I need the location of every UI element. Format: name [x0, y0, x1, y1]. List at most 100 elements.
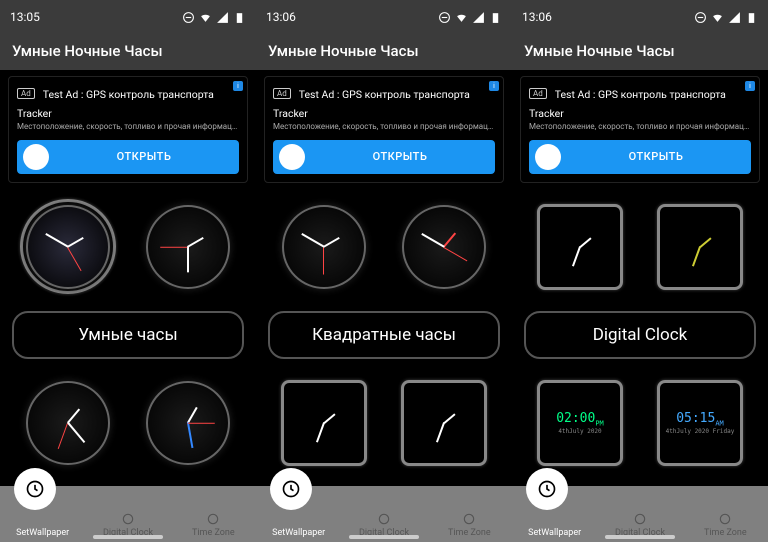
ad-title: Test Ad : GPS контроль транспорта Tracke… [529, 88, 726, 120]
nav-timezone[interactable]: Time Zone [683, 486, 768, 542]
nav-active-bump[interactable] [14, 468, 56, 510]
ad-app-icon [279, 144, 305, 170]
clock-icon [633, 512, 647, 526]
clock-row [512, 189, 768, 305]
status-bar: 13:05 [0, 0, 256, 34]
nav-active-bump[interactable] [526, 468, 568, 510]
home-indicator[interactable] [93, 535, 163, 539]
wifi-icon [711, 11, 724, 24]
nav-digitalclock[interactable]: Digital Clock [85, 486, 170, 542]
nav-digitalclock[interactable]: Digital Clock [341, 486, 426, 542]
battery-icon [233, 11, 246, 24]
bottom-nav: SetWallpaper Digital Clock Time Zone [512, 486, 768, 542]
ad-cta-label: ОТКРЫТЬ [49, 150, 239, 163]
digital-date: 4thJuly 2020 [556, 428, 604, 435]
home-indicator[interactable] [349, 535, 419, 539]
bottom-nav: SetWallpaper Digital Clock Time Zone [256, 486, 512, 542]
content-area: Квадратные часы [256, 189, 512, 486]
clock-icon [462, 512, 476, 526]
status-icons [438, 11, 502, 24]
nav-active-bump[interactable] [270, 468, 312, 510]
app-title: Умные Ночные Часы [512, 34, 768, 70]
digital-ampm: AM [715, 420, 723, 428]
clock-thumbnail[interactable]: 05:15AM 4thJuly 2020 Friday [646, 369, 754, 477]
status-bar: 13:06 [256, 0, 512, 34]
dnd-icon [438, 11, 451, 24]
signal-icon [216, 11, 229, 24]
clock-icon [25, 479, 45, 499]
clock-thumbnail[interactable] [270, 369, 378, 477]
wifi-icon [199, 11, 212, 24]
nav-timezone[interactable]: Time Zone [171, 486, 256, 542]
ad-banner[interactable]: i Ad Test Ad : GPS контроль транспорта T… [520, 76, 760, 183]
battery-icon [489, 11, 502, 24]
clock-icon [206, 512, 220, 526]
ad-cta-label: ОТКРЫТЬ [305, 150, 495, 163]
clock-icon [281, 479, 301, 499]
ad-banner[interactable]: i Ad Test Ad : GPS контроль транспорта T… [8, 76, 248, 183]
content-area: Digital Clock 02:00PM 4thJuly 2020 05:15… [512, 189, 768, 486]
ad-info-icon[interactable]: i [233, 81, 243, 91]
clock-thumbnail[interactable] [390, 193, 498, 301]
status-icons [694, 11, 758, 24]
clock-row [0, 189, 256, 305]
ad-app-icon [23, 144, 49, 170]
nav-label: SetWallpaper [528, 528, 581, 538]
digital-ampm: PM [595, 420, 603, 428]
digital-date: 4thJuly 2020 Friday [666, 428, 735, 435]
status-time: 13:06 [522, 10, 552, 24]
clock-thumbnail[interactable] [270, 193, 378, 301]
clock-icon [121, 512, 135, 526]
ad-title: Test Ad : GPS контроль транспорта Tracke… [273, 88, 470, 120]
ad-open-button[interactable]: ОТКРЫТЬ [273, 140, 495, 174]
clock-icon [377, 512, 391, 526]
ad-app-icon [535, 144, 561, 170]
dnd-icon [694, 11, 707, 24]
nav-label: SetWallpaper [16, 528, 69, 538]
ad-badge: Ad [17, 88, 35, 99]
section-button-square[interactable]: Квадратные часы [268, 311, 500, 359]
section-button-smart[interactable]: Умные часы [12, 311, 244, 359]
clock-row: 02:00PM 4thJuly 2020 05:15AM 4thJuly 202… [512, 365, 768, 481]
status-icons [182, 11, 246, 24]
ad-banner[interactable]: i Ad Test Ad : GPS контроль транспорта T… [264, 76, 504, 183]
ad-title: Test Ad : GPS контроль транспорта Tracke… [17, 88, 214, 120]
clock-row [256, 365, 512, 481]
status-bar: 13:06 [512, 0, 768, 34]
digital-time: 05:15 [676, 411, 715, 426]
clock-icon [537, 479, 557, 499]
clock-row [256, 189, 512, 305]
nav-digitalclock[interactable]: Digital Clock [597, 486, 682, 542]
ad-info-icon[interactable]: i [745, 81, 755, 91]
app-title: Умные Ночные Часы [0, 34, 256, 70]
section-button-digital[interactable]: Digital Clock [524, 311, 756, 359]
ad-description: Местоположение, скорость, топливо и проч… [273, 123, 495, 132]
clock-thumbnail[interactable] [14, 193, 122, 301]
nav-label: Time Zone [704, 528, 747, 538]
phone-screen-2: 13:06 Умные Ночные Часы i Ad Test Ad : G… [256, 0, 512, 542]
clock-thumbnail[interactable] [134, 369, 242, 477]
clock-thumbnail[interactable]: 02:00PM 4thJuly 2020 [526, 369, 634, 477]
ad-badge: Ad [529, 88, 547, 99]
ad-cta-label: ОТКРЫТЬ [561, 150, 751, 163]
nav-label: SetWallpaper [272, 528, 325, 538]
clock-thumbnail[interactable] [526, 193, 634, 301]
clock-thumbnail[interactable] [134, 193, 242, 301]
status-time: 13:06 [266, 10, 296, 24]
clock-row [0, 365, 256, 481]
wifi-icon [455, 11, 468, 24]
ad-info-icon[interactable]: i [489, 81, 499, 91]
home-indicator[interactable] [605, 535, 675, 539]
ad-description: Местоположение, скорость, топливо и проч… [17, 123, 239, 132]
nav-timezone[interactable]: Time Zone [427, 486, 512, 542]
clock-thumbnail[interactable] [14, 369, 122, 477]
ad-open-button[interactable]: ОТКРЫТЬ [17, 140, 239, 174]
status-time: 13:05 [10, 10, 40, 24]
clock-thumbnail[interactable] [390, 369, 498, 477]
ad-open-button[interactable]: ОТКРЫТЬ [529, 140, 751, 174]
signal-icon [728, 11, 741, 24]
clock-thumbnail[interactable] [646, 193, 754, 301]
content-area: Умные часы [0, 189, 256, 486]
signal-icon [472, 11, 485, 24]
dnd-icon [182, 11, 195, 24]
